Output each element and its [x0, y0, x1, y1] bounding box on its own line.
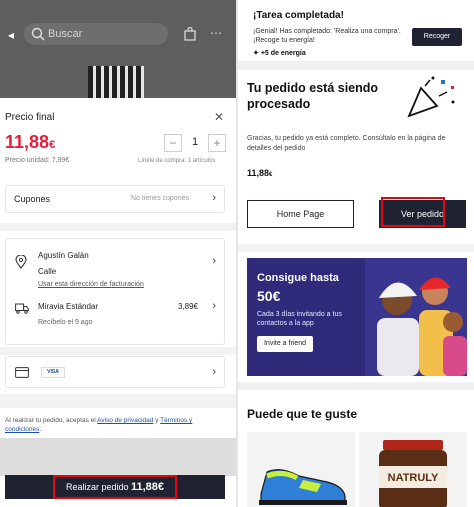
order-total: 11,88€	[247, 168, 273, 178]
chevron-right-icon[interactable]: ›	[212, 300, 216, 312]
unit-price: Precio unidad: 7,99€	[5, 157, 70, 164]
shopping-bag-icon[interactable]	[184, 27, 196, 41]
section-divider	[238, 244, 474, 252]
top-bar: ◂ Buscar ⋯	[0, 0, 236, 98]
shipping-price: 3,89€	[178, 302, 199, 311]
promo-text: Cada 3 días invitando a tus contactos a …	[257, 311, 342, 327]
sneaker-image	[259, 469, 347, 505]
search-input[interactable]: Buscar	[24, 23, 168, 45]
suggestions-title: Puede que te guste	[247, 407, 358, 421]
credit-card-icon	[15, 367, 29, 378]
back-arrow-icon[interactable]: ◂	[8, 28, 14, 42]
billing-address-link[interactable]: Usar esta dirección de facturación	[38, 281, 144, 288]
product-card[interactable]: NATRULY	[359, 432, 467, 507]
quantity-stepper: − 1 +	[164, 134, 226, 152]
quantity-value: 1	[191, 136, 199, 148]
increase-button[interactable]: +	[208, 134, 226, 152]
order-confirmation-panel: ¡Tarea completada! ¡Genial! Has completa…	[238, 0, 474, 507]
coupons-row[interactable]: Cupones No tienes cupones ›	[5, 185, 225, 213]
delivery-eta: Recíbelo el 9 ago	[38, 319, 93, 326]
decrease-button[interactable]: −	[164, 134, 182, 152]
toast-message: ¡Genial! Has completado: 'Realiza una co…	[253, 28, 401, 44]
toast-title: ¡Tarea completada!	[253, 10, 344, 21]
chevron-right-icon: ›	[212, 366, 216, 378]
chevron-right-icon: ›	[212, 192, 216, 204]
purchase-limit: Límite de compra: 1 artículos	[138, 158, 216, 164]
home-page-button[interactable]: Home Page	[247, 200, 354, 228]
task-toast: ¡Tarea completada! ¡Genial! Has completa…	[238, 0, 474, 62]
search-icon	[31, 27, 45, 41]
section-divider	[238, 62, 474, 70]
highlight-box	[381, 197, 445, 227]
promo-people-image	[365, 258, 467, 376]
carrier-name: Miravia Estándar	[38, 302, 99, 311]
product-card[interactable]	[247, 432, 355, 507]
price-title: Precio final	[5, 112, 55, 123]
location-pin-icon	[15, 255, 27, 269]
checkout-panel: ◂ Buscar ⋯ Precio final ✕ 11,88€ − 1 + P…	[0, 0, 236, 507]
visa-badge: VISA	[41, 367, 65, 378]
invite-promo-banner: Consigue hasta 50€ Cada 3 días invitando…	[247, 258, 467, 376]
toast-reward: ✦ +5 de energía	[253, 50, 306, 57]
chevron-right-icon[interactable]: ›	[212, 255, 216, 267]
promo-amount: 50€	[257, 288, 281, 304]
energy-icon: ✦	[253, 50, 259, 57]
truck-icon	[15, 303, 29, 314]
processing-text: Gracias, tu pedido ya está completo. Con…	[247, 135, 446, 152]
street-address: Calle	[38, 267, 57, 276]
collect-button[interactable]: Recoger	[412, 28, 462, 46]
invite-friend-button[interactable]: Invite a friend	[257, 336, 313, 352]
natruly-label: NATRULY	[388, 472, 439, 484]
final-price: 11,88€	[5, 132, 56, 152]
recipient-name: Agustín Galán	[38, 251, 89, 260]
coupons-value: No tienes cupones	[131, 195, 189, 202]
section-divider	[0, 394, 236, 408]
shipping-card: Agustín Galán Calle Usar esta dirección …	[5, 238, 225, 345]
coupons-label: Cupones	[14, 194, 51, 204]
legal-notice: Al realizar tu pedido, aceptas el Aviso …	[5, 417, 193, 433]
product-image	[88, 66, 144, 98]
party-popper-icon	[407, 76, 455, 118]
search-placeholder: Buscar	[48, 28, 83, 40]
section-divider	[0, 347, 236, 355]
highlight-box	[53, 475, 177, 499]
more-options-icon[interactable]: ⋯	[210, 26, 223, 40]
close-icon[interactable]: ✕	[214, 110, 224, 124]
jar-image: NATRULY	[379, 440, 447, 507]
section-divider	[238, 382, 474, 390]
checkout-sheet: Precio final ✕ 11,88€ − 1 + Precio unida…	[0, 98, 236, 507]
promo-title: Consigue hasta	[257, 272, 339, 284]
section-divider	[0, 223, 236, 231]
overlay-area	[0, 438, 236, 476]
payment-method-row[interactable]: VISA ›	[5, 356, 225, 388]
processing-title: Tu pedido está siendo procesado	[247, 81, 379, 111]
privacy-link[interactable]: Aviso de privacidad	[97, 417, 153, 424]
